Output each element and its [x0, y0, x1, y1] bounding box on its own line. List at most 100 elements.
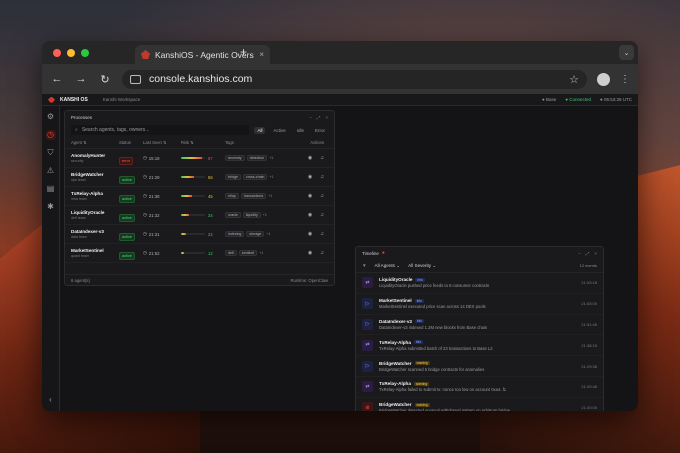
tag[interactable]: relay: [225, 193, 239, 199]
more-tags[interactable]: +1: [266, 232, 270, 236]
col-last-seen[interactable]: Last Seen ⇅: [143, 140, 181, 145]
agent-filter-select[interactable]: All Agents ⌄: [375, 263, 401, 269]
eye-icon[interactable]: ◉: [308, 193, 312, 199]
agent-name[interactable]: AnomalyHunter: [71, 153, 119, 158]
tag[interactable]: cross-chain: [243, 174, 268, 180]
more-tags[interactable]: +1: [259, 251, 263, 255]
agent-cell[interactable]: LiquidityOracle defi team: [71, 210, 119, 220]
table-row[interactable]: AnomalyHunter security error ◷ 15:18 87 …: [65, 149, 334, 168]
expand-icon[interactable]: ⤢: [586, 251, 590, 256]
tag[interactable]: detection: [246, 155, 268, 161]
table-row[interactable]: TxRelay-Alpha infra team active ◷ 21:38 …: [65, 187, 334, 206]
timeline-item[interactable]: ⇄ LiquidityOracle info LiquidityOracle p…: [356, 273, 603, 294]
timeline-item[interactable]: ⇄ TxRelay-Alpha info TxRelay-Alpha submi…: [356, 335, 603, 357]
agent-name[interactable]: BridgeWatcher: [71, 172, 119, 177]
agent-cell[interactable]: BridgeWatcher ops team: [71, 172, 119, 182]
eye-icon[interactable]: ◉: [308, 231, 312, 237]
event-agent[interactable]: LiquidityOracle: [379, 277, 412, 282]
settings-icon[interactable]: ✱: [46, 202, 56, 212]
filter-error[interactable]: Error: [312, 127, 328, 134]
filter-all[interactable]: All: [254, 126, 266, 134]
timeline-item[interactable]: ⇄ TxRelay-Alpha warning TxRelay-Alpha fa…: [356, 377, 603, 398]
forward-button[interactable]: →: [74, 73, 88, 85]
more-tags[interactable]: +1: [263, 213, 267, 217]
timeline-item[interactable]: ⊘ BridgeWatcher warning BridgeWatcher de…: [356, 398, 603, 411]
close-icon[interactable]: ×: [594, 251, 597, 256]
profile-avatar[interactable]: [597, 72, 610, 86]
bell-icon[interactable]: ♫: [320, 250, 324, 256]
table-row[interactable]: BridgeWatcher ops team active ◷ 21:29 56…: [65, 168, 334, 187]
tag[interactable]: indexing: [225, 231, 245, 237]
eye-icon[interactable]: ◉: [308, 212, 312, 218]
more-tags[interactable]: +1: [269, 156, 273, 160]
more-tags[interactable]: +1: [269, 175, 273, 179]
clock-icon[interactable]: ◷: [45, 130, 56, 140]
bookmark-star-icon[interactable]: ☆: [569, 73, 579, 86]
workspace-name[interactable]: Kanshi Workspace: [103, 97, 140, 102]
close-tab-icon[interactable]: ×: [259, 50, 264, 59]
eye-icon[interactable]: ◉: [308, 250, 312, 256]
timeline-item[interactable]: ▷ BridgeWatcher warning BridgeWatcher sc…: [356, 356, 603, 377]
tag[interactable]: liquidity: [242, 212, 261, 218]
address-bar[interactable]: console.kanshios.com ☆: [122, 69, 587, 89]
minimize-icon[interactable]: –: [309, 115, 312, 120]
tag[interactable]: sentinel: [238, 250, 258, 256]
tag[interactable]: defi: [225, 250, 237, 256]
close-icon[interactable]: ×: [325, 115, 328, 120]
event-agent[interactable]: TxRelay-Alpha: [379, 381, 411, 386]
minimize-icon[interactable]: –: [578, 251, 581, 256]
table-row[interactable]: DataIndexer-v3 data team active ◷ 21:31 …: [65, 225, 334, 244]
collapse-icon[interactable]: ‹: [46, 395, 56, 405]
table-row[interactable]: MarketSentinel quant team active ◷ 21:52…: [65, 244, 334, 263]
agent-cell[interactable]: AnomalyHunter security: [71, 153, 119, 163]
table-row[interactable]: LiquidityOracle defi team active ◷ 21:32…: [65, 206, 334, 225]
col-risk[interactable]: Risk ⇅: [181, 140, 225, 145]
event-agent[interactable]: BridgeWatcher: [379, 402, 412, 407]
minimize-window-button[interactable]: [67, 48, 75, 57]
agent-name[interactable]: DataIndexer-v3: [71, 229, 119, 234]
event-agent[interactable]: BridgeWatcher: [379, 361, 412, 366]
reload-button[interactable]: ↻: [98, 73, 112, 86]
timeline-item[interactable]: ▷ MarketSentinel info MarketSentinel exe…: [356, 294, 603, 315]
browser-menu-icon[interactable]: ⋮: [620, 74, 630, 85]
shield-icon[interactable]: ⛉: [46, 148, 56, 158]
url-text[interactable]: console.kanshios.com: [149, 73, 561, 85]
agent-name[interactable]: LiquidityOracle: [71, 210, 119, 215]
eye-icon[interactable]: ◉: [308, 174, 312, 180]
agent-cell[interactable]: TxRelay-Alpha infra team: [71, 191, 119, 201]
gear-icon[interactable]: ⚙: [46, 112, 56, 122]
agent-name[interactable]: MarketSentinel: [71, 248, 119, 253]
tag[interactable]: anomaly: [225, 155, 245, 161]
bell-icon[interactable]: ♫: [320, 193, 324, 199]
filter-active[interactable]: Active: [270, 127, 288, 134]
expand-icon[interactable]: ⤢: [317, 115, 321, 120]
more-tags[interactable]: +1: [268, 194, 272, 198]
search-input[interactable]: ⌕ Search agents, tags, owners...: [71, 125, 250, 135]
agent-name[interactable]: TxRelay-Alpha: [71, 191, 119, 196]
agent-cell[interactable]: MarketSentinel quant team: [71, 248, 119, 258]
search-placeholder[interactable]: Search agents, tags, owners...: [82, 127, 150, 133]
browser-tab[interactable]: KanshiOS - Agentic Oversigh ×: [135, 45, 270, 64]
warning-icon[interactable]: ⚠: [46, 166, 56, 176]
tag[interactable]: bridge: [225, 174, 241, 180]
bell-icon[interactable]: ♫: [320, 212, 324, 218]
timeline-item[interactable]: ▷ DataIndexer-v3 info DataIndexer-v3 ind…: [356, 315, 603, 336]
eye-icon[interactable]: ◉: [308, 155, 312, 161]
bell-icon[interactable]: ♫: [320, 174, 324, 180]
tag[interactable]: oracle: [225, 212, 241, 218]
event-agent[interactable]: MarketSentinel: [379, 298, 412, 303]
document-icon[interactable]: ▤: [46, 184, 56, 194]
col-agent[interactable]: Agent ⇅: [71, 140, 119, 145]
site-info-icon[interactable]: [130, 74, 141, 84]
close-window-button[interactable]: [53, 48, 61, 57]
bell-icon[interactable]: ♫: [320, 231, 324, 237]
tag[interactable]: transactions: [240, 193, 267, 199]
event-agent[interactable]: TxRelay-Alpha: [379, 340, 411, 345]
agent-cell[interactable]: DataIndexer-v3 data team: [71, 229, 119, 239]
filter-idle[interactable]: Idle: [294, 127, 307, 134]
maximize-window-button[interactable]: [81, 48, 89, 57]
back-button[interactable]: ←: [50, 73, 64, 85]
new-tab-button[interactable]: +: [240, 45, 247, 59]
event-agent[interactable]: DataIndexer-v3: [379, 319, 412, 324]
tag[interactable]: storage: [246, 231, 265, 237]
